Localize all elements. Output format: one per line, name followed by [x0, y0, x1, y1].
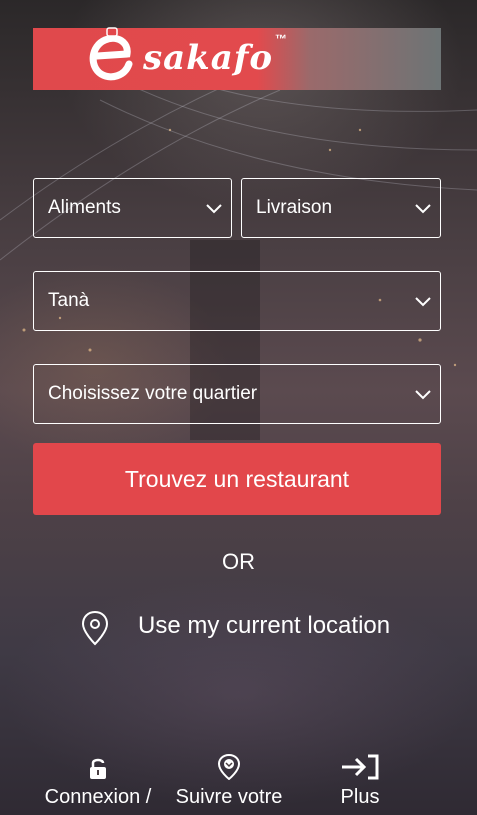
nav-login-label: Connexion / [44, 786, 152, 808]
use-current-location-link[interactable]: Use my current location [138, 612, 390, 640]
chevron-down-icon [415, 204, 431, 214]
track-pin-icon [218, 754, 240, 780]
delivery-mode-select[interactable]: Livraison [241, 178, 441, 238]
city-select[interactable]: Tanà [33, 271, 441, 331]
nav-track-order[interactable]: Suivre votre [159, 752, 299, 809]
lock-icon [90, 758, 106, 779]
chevron-down-icon [415, 390, 431, 400]
chevron-down-icon [415, 297, 431, 307]
map-pin-icon[interactable] [80, 610, 110, 646]
nav-track-order-label: Suivre votre [175, 786, 283, 808]
find-restaurant-button[interactable]: Trouvez un restaurant [33, 443, 441, 515]
chevron-down-icon [206, 204, 222, 214]
logo-wordmark: sakafo [143, 38, 274, 78]
nav-more-label: Plus [340, 786, 380, 808]
delivery-mode-select-value: Livraison [256, 197, 333, 218]
or-separator: OR [222, 549, 255, 574]
arrow-right-bracket-icon [342, 754, 379, 780]
logo-trademark: ™ [275, 32, 287, 46]
category-select-value: Aliments [48, 197, 121, 218]
category-select[interactable]: Aliments [33, 178, 232, 238]
nav-more[interactable]: Plus [290, 752, 430, 809]
logo-e-icon [89, 27, 133, 81]
city-select-value: Tanà [48, 290, 90, 311]
brand-logo: sakafo ™ [33, 27, 441, 90]
nav-login[interactable]: Connexion / [28, 752, 168, 809]
district-select-placeholder: Choisissez votre quartier [48, 383, 258, 404]
district-select[interactable]: Choisissez votre quartier [33, 364, 441, 424]
